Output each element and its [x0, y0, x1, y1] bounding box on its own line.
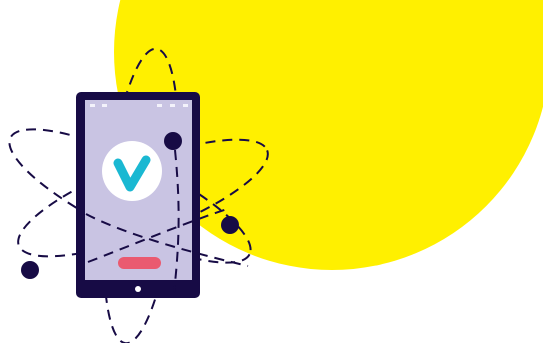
illustration-scene: [0, 0, 543, 343]
home-button-icon[interactable]: [135, 286, 141, 292]
status-dot: [183, 104, 188, 107]
logo-circle: [102, 141, 162, 201]
orbit-node: [21, 261, 39, 279]
tablet-device: [76, 92, 200, 298]
orbit-node: [221, 216, 239, 234]
status-dot: [170, 104, 175, 107]
phone-orbit-illustration: [8, 0, 543, 343]
status-dot: [102, 104, 107, 107]
cta-button[interactable]: [118, 257, 161, 269]
orbit-node: [164, 132, 182, 150]
status-dot: [90, 104, 95, 107]
status-dot: [157, 104, 162, 107]
